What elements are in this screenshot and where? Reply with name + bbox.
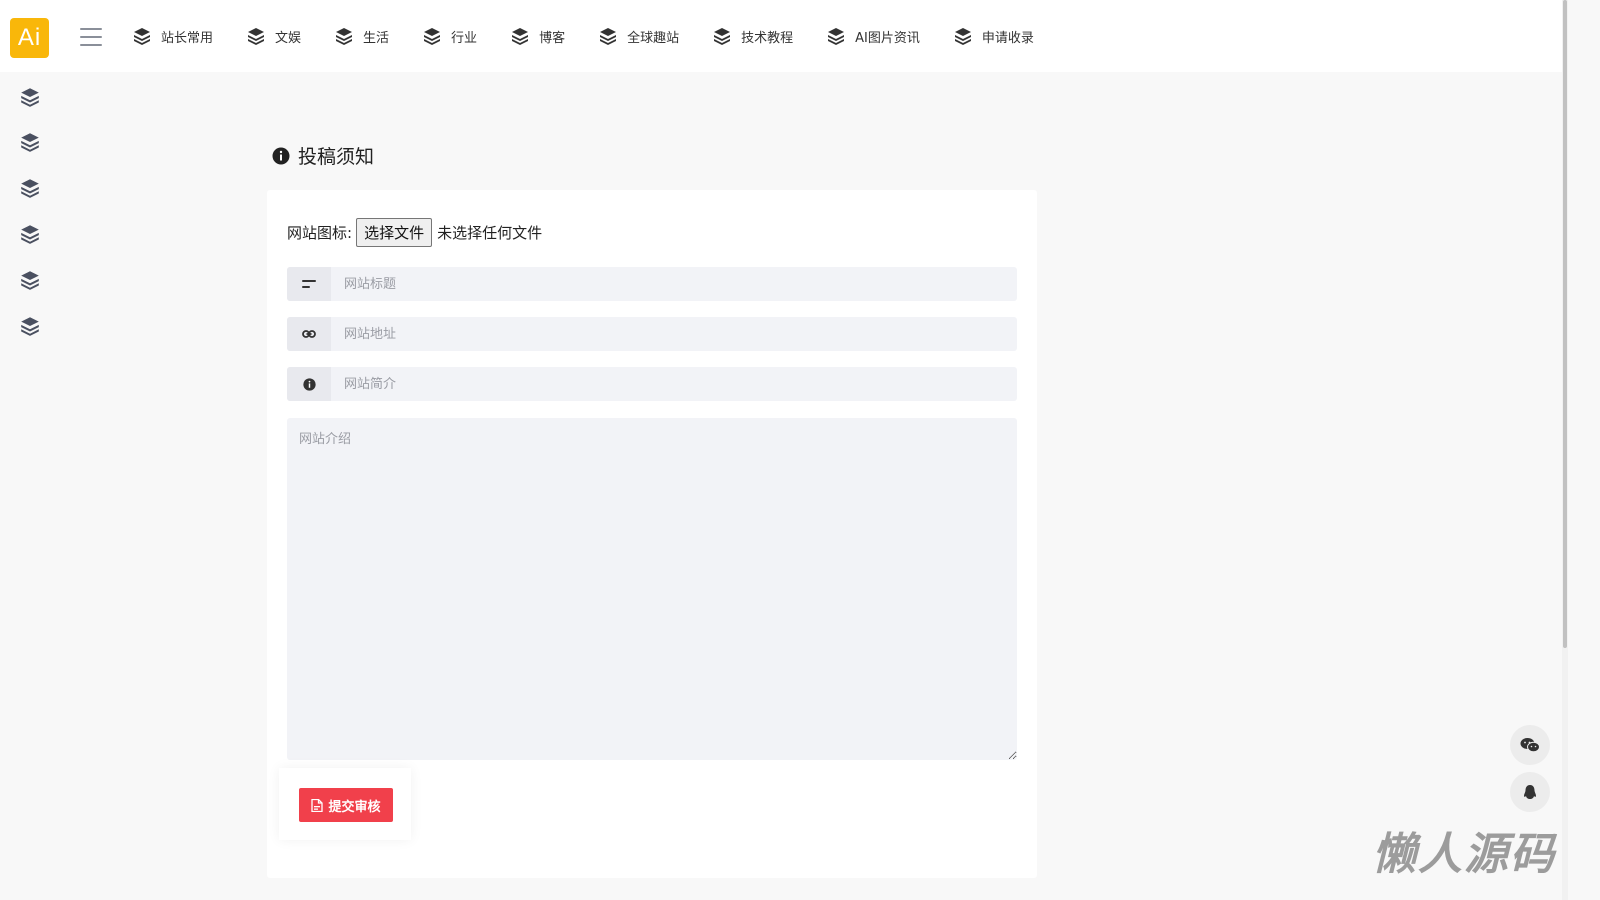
nav-label: 行业	[451, 30, 478, 46]
layers-icon[interactable]	[19, 131, 41, 153]
wechat-icon	[1520, 738, 1540, 753]
nav-label: 技术教程	[741, 30, 794, 46]
layers-icon	[600, 28, 617, 45]
nav-item-ai[interactable]: AI图片资讯	[826, 26, 920, 46]
site-title-group	[287, 267, 1017, 301]
page-scrollbar[interactable]	[1562, 0, 1568, 900]
layers-icon	[424, 28, 441, 45]
text-align-icon	[287, 267, 331, 301]
info-icon	[272, 147, 290, 164]
site-summary-group	[287, 367, 1017, 401]
hamburger-icon	[80, 28, 102, 30]
top-header: Ai 站长常用 文娱 生活 行业 博客 全球趣站 技术教程 AI图片资讯 申请收…	[0, 0, 1562, 72]
layers-icon	[954, 28, 971, 45]
wechat-button[interactable]	[1510, 725, 1550, 765]
layers-icon	[336, 28, 353, 45]
layers-icon	[828, 28, 845, 45]
nav-item-quanqiu[interactable]: 全球趣站	[598, 26, 679, 46]
choose-file-button[interactable]: 选择文件	[356, 218, 433, 247]
watermark: 懒人源码	[1372, 829, 1556, 880]
layers-icon	[512, 28, 529, 45]
section-title: 投稿须知	[272, 142, 374, 169]
file-status: 未选择任何文件	[437, 224, 543, 242]
info-icon	[287, 367, 331, 401]
qq-icon	[1524, 785, 1536, 799]
scrollbar-thumb[interactable]	[1563, 0, 1567, 648]
layers-icon	[134, 28, 150, 45]
nav-item-hangye[interactable]: 行业	[422, 26, 477, 46]
layers-icon[interactable]	[19, 177, 41, 199]
site-summary-input[interactable]	[331, 367, 1017, 401]
nav-label: AI图片资讯	[855, 30, 920, 46]
site-url-input[interactable]	[331, 317, 1017, 351]
nav-item-wenyu[interactable]: 文娱	[246, 26, 301, 46]
submit-area: 提交审核	[279, 768, 411, 840]
layers-icon[interactable]	[19, 315, 41, 337]
nav-item-shenqing[interactable]: 申请收录	[953, 26, 1034, 46]
file-label: 网站图标:	[287, 224, 353, 242]
site-intro-textarea[interactable]	[287, 418, 1017, 760]
page-title: 投稿须知	[298, 146, 375, 168]
layers-icon[interactable]	[19, 223, 41, 245]
submit-review-button[interactable]: 提交审核	[299, 788, 393, 822]
qq-button[interactable]	[1510, 772, 1550, 812]
nav-item-zhanzhang[interactable]: 站长常用	[132, 26, 213, 46]
nav-item-jishu[interactable]: 技术教程	[712, 26, 793, 46]
layers-icon	[714, 28, 731, 45]
menu-toggle-button[interactable]	[80, 28, 102, 46]
layers-icon[interactable]	[19, 269, 41, 291]
nav-label: 站长常用	[161, 30, 214, 46]
site-logo[interactable]: Ai	[10, 18, 49, 58]
site-url-group	[287, 317, 1017, 351]
nav-label: 申请收录	[981, 30, 1034, 46]
site-title-input[interactable]	[331, 267, 1017, 301]
nav-label: 生活	[363, 30, 390, 46]
submit-label: 提交审核	[328, 799, 381, 815]
nav-label: 文娱	[275, 30, 302, 46]
nav-item-shenghuo[interactable]: 生活	[334, 26, 389, 46]
site-icon-upload: 网站图标: 选择文件 未选择任何文件	[287, 218, 542, 247]
layers-icon[interactable]	[19, 86, 41, 108]
nav-label: 博客	[539, 30, 566, 46]
nav-item-boke[interactable]: 博客	[510, 26, 565, 46]
logo-text: Ai	[17, 24, 42, 51]
layers-icon	[248, 28, 265, 45]
document-icon	[311, 798, 324, 812]
link-icon	[287, 317, 331, 351]
nav-label: 全球趣站	[627, 30, 680, 46]
submission-form-card: 网站图标: 选择文件 未选择任何文件 提交审核	[267, 190, 1037, 878]
top-nav: 站长常用 文娱 生活 行业 博客 全球趣站 技术教程 AI图片资讯 申请收录	[132, 0, 1067, 72]
